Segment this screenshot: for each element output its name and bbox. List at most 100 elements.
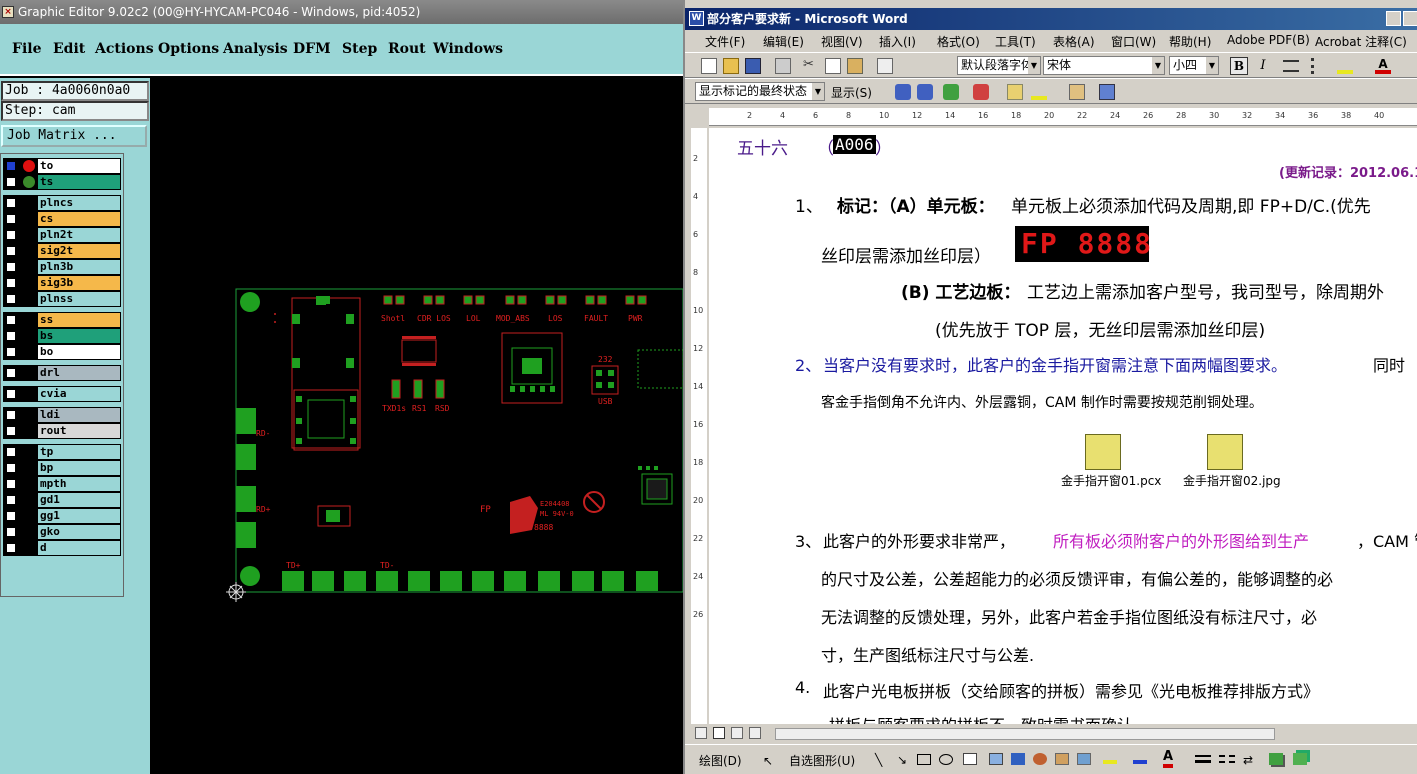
rectangle-icon[interactable]	[917, 754, 931, 765]
horizontal-ruler[interactable]: 2 4 6 8 10 12 14 16 18 20 22 24 26 28 30 32 34 36 38 40	[709, 108, 1417, 126]
track-changes-icon[interactable]	[1069, 84, 1085, 100]
job-matrix-button[interactable]: Job Matrix ...	[1, 125, 147, 147]
layer-row[interactable]: pln2t	[3, 227, 121, 243]
layer-checkbox[interactable]	[6, 278, 16, 288]
fill-color-icon[interactable]	[1103, 754, 1117, 764]
layer-checkbox[interactable]	[6, 230, 16, 240]
arrow-icon[interactable]: ↘	[897, 753, 907, 767]
picture-icon[interactable]	[1077, 753, 1091, 765]
layer-checkbox[interactable]	[6, 426, 16, 436]
menu-format-zh[interactable]: 格式(O)	[937, 33, 980, 50]
layer-row[interactable]: to	[3, 158, 121, 174]
italic-icon[interactable]: I	[1255, 58, 1271, 74]
draw-menu[interactable]: 绘图(D)	[699, 752, 742, 769]
layer-name[interactable]: gd1	[37, 492, 121, 508]
menu-file[interactable]: File	[12, 41, 41, 57]
layer-checkbox[interactable]	[6, 294, 16, 304]
format-painter-icon[interactable]	[877, 58, 893, 74]
cut-icon[interactable]: ✂	[803, 58, 819, 74]
package-icon[interactable]	[1207, 434, 1243, 470]
font-combo[interactable]: 宋体 ▼	[1043, 56, 1165, 75]
layer-name[interactable]: ss	[37, 312, 121, 328]
web-view-icon[interactable]	[713, 727, 725, 739]
close-icon[interactable]	[1403, 11, 1417, 26]
layer-row[interactable]: cvia	[3, 386, 121, 402]
menu-table-zh[interactable]: 表格(A)	[1053, 33, 1095, 50]
layer-row[interactable]: pln3b	[3, 259, 121, 275]
menu-rout[interactable]: Rout	[388, 41, 426, 57]
layer-name[interactable]: pln3b	[37, 259, 121, 275]
document-page[interactable]: 五十六 （ A006 ） (更新记录：2012.06.1 1、 标记：（A）单元…	[709, 128, 1417, 724]
oval-icon[interactable]	[939, 754, 953, 765]
list-icon[interactable]	[1311, 58, 1327, 74]
layer-name[interactable]: mpth	[37, 476, 121, 492]
menu-dfm[interactable]: DFM	[293, 41, 331, 57]
menu-options[interactable]: Options	[158, 41, 219, 57]
layer-checkbox[interactable]	[6, 331, 16, 341]
menu-windows[interactable]: Windows	[433, 41, 503, 57]
word-title-bar[interactable]: W 部分客户要求新 - Microsoft Word	[685, 8, 1417, 30]
editor-title-bar[interactable]: × Graphic Editor 9.02c2 (00@HY-HYCAM-PC0…	[0, 0, 683, 24]
layer-checkbox[interactable]	[6, 410, 16, 420]
layer-name[interactable]: bs	[37, 328, 121, 344]
reviewing-pane-icon[interactable]	[1099, 84, 1115, 100]
layer-checkbox[interactable]	[6, 511, 16, 521]
layer-checkbox[interactable]	[6, 262, 16, 272]
autoshapes-menu[interactable]: 自选图形(U)	[789, 752, 855, 769]
open-folder-icon[interactable]	[723, 58, 739, 74]
layer-checkbox[interactable]	[6, 214, 16, 224]
textbox-icon[interactable]	[963, 753, 977, 765]
prev-change-icon[interactable]	[895, 84, 911, 100]
line-color-icon[interactable]	[1133, 754, 1147, 764]
layer-name[interactable]: drl	[37, 365, 121, 381]
pcb-canvas[interactable]: Shotl CDR LOS LOL MOD_ABS LOS FAULT PWR …	[150, 78, 683, 774]
layer-checkbox[interactable]	[6, 389, 16, 399]
line-icon[interactable]: ╲	[875, 753, 882, 767]
layer-checkbox[interactable]	[6, 368, 16, 378]
layer-row[interactable]: gko	[3, 524, 121, 540]
menu-file-zh[interactable]: 文件(F)	[705, 33, 745, 50]
layer-name[interactable]: plnss	[37, 291, 121, 307]
layer-name[interactable]: gg1	[37, 508, 121, 524]
menu-window-zh[interactable]: 窗口(W)	[1111, 33, 1156, 50]
layer-row[interactable]: sig2t	[3, 243, 121, 259]
layer-row[interactable]: cs	[3, 211, 121, 227]
layer-row[interactable]: sig3b	[3, 275, 121, 291]
review-combo[interactable]: 显示标记的最终状态 ▼	[695, 82, 825, 101]
layer-checkbox[interactable]	[6, 347, 16, 357]
vertical-ruler[interactable]: 2 4 6 8 10 12 14 16 18 20 22 24 26	[685, 128, 709, 724]
layer-checkbox[interactable]	[6, 463, 16, 473]
layer-checkbox[interactable]	[6, 527, 16, 537]
layer-name[interactable]: rout	[37, 423, 121, 439]
job-field[interactable]: Job : 4a0060n0a0	[1, 81, 149, 101]
layer-name[interactable]: bp	[37, 460, 121, 476]
layer-name[interactable]: pln2t	[37, 227, 121, 243]
layer-checkbox[interactable]	[6, 161, 16, 171]
layer-name[interactable]: plncs	[37, 195, 121, 211]
package-icon[interactable]	[1085, 434, 1121, 470]
accept-change-icon[interactable]	[943, 84, 959, 100]
highlight-icon[interactable]	[1337, 58, 1353, 74]
layer-row[interactable]: ss	[3, 312, 121, 328]
attachment-1-label[interactable]: 金手指开窗01.pcx	[1061, 472, 1161, 489]
arrow-style-icon[interactable]: ⇄	[1243, 753, 1253, 767]
layer-checkbox[interactable]	[6, 246, 16, 256]
maximize-icon[interactable]	[1386, 11, 1401, 26]
comment-icon[interactable]	[1007, 84, 1023, 100]
layer-row[interactable]: bs	[3, 328, 121, 344]
menu-edit[interactable]: Edit	[53, 41, 85, 57]
layer-row[interactable]: mpth	[3, 476, 121, 492]
clipart-icon[interactable]	[1055, 753, 1069, 765]
new-doc-icon[interactable]	[701, 58, 717, 74]
layer-checkbox[interactable]	[6, 315, 16, 325]
normal-view-icon[interactable]	[695, 727, 707, 739]
bold-icon[interactable]: B	[1230, 57, 1248, 75]
layer-name[interactable]: cs	[37, 211, 121, 227]
3d-icon[interactable]	[1293, 753, 1307, 765]
layer-name[interactable]: sig2t	[37, 243, 121, 259]
layer-name[interactable]: to	[37, 158, 121, 174]
layer-name[interactable]: ldi	[37, 407, 121, 423]
wordart-icon[interactable]	[1011, 753, 1025, 765]
select-arrow-icon[interactable]: ↖	[763, 754, 773, 768]
layer-row[interactable]: ts	[3, 174, 121, 190]
